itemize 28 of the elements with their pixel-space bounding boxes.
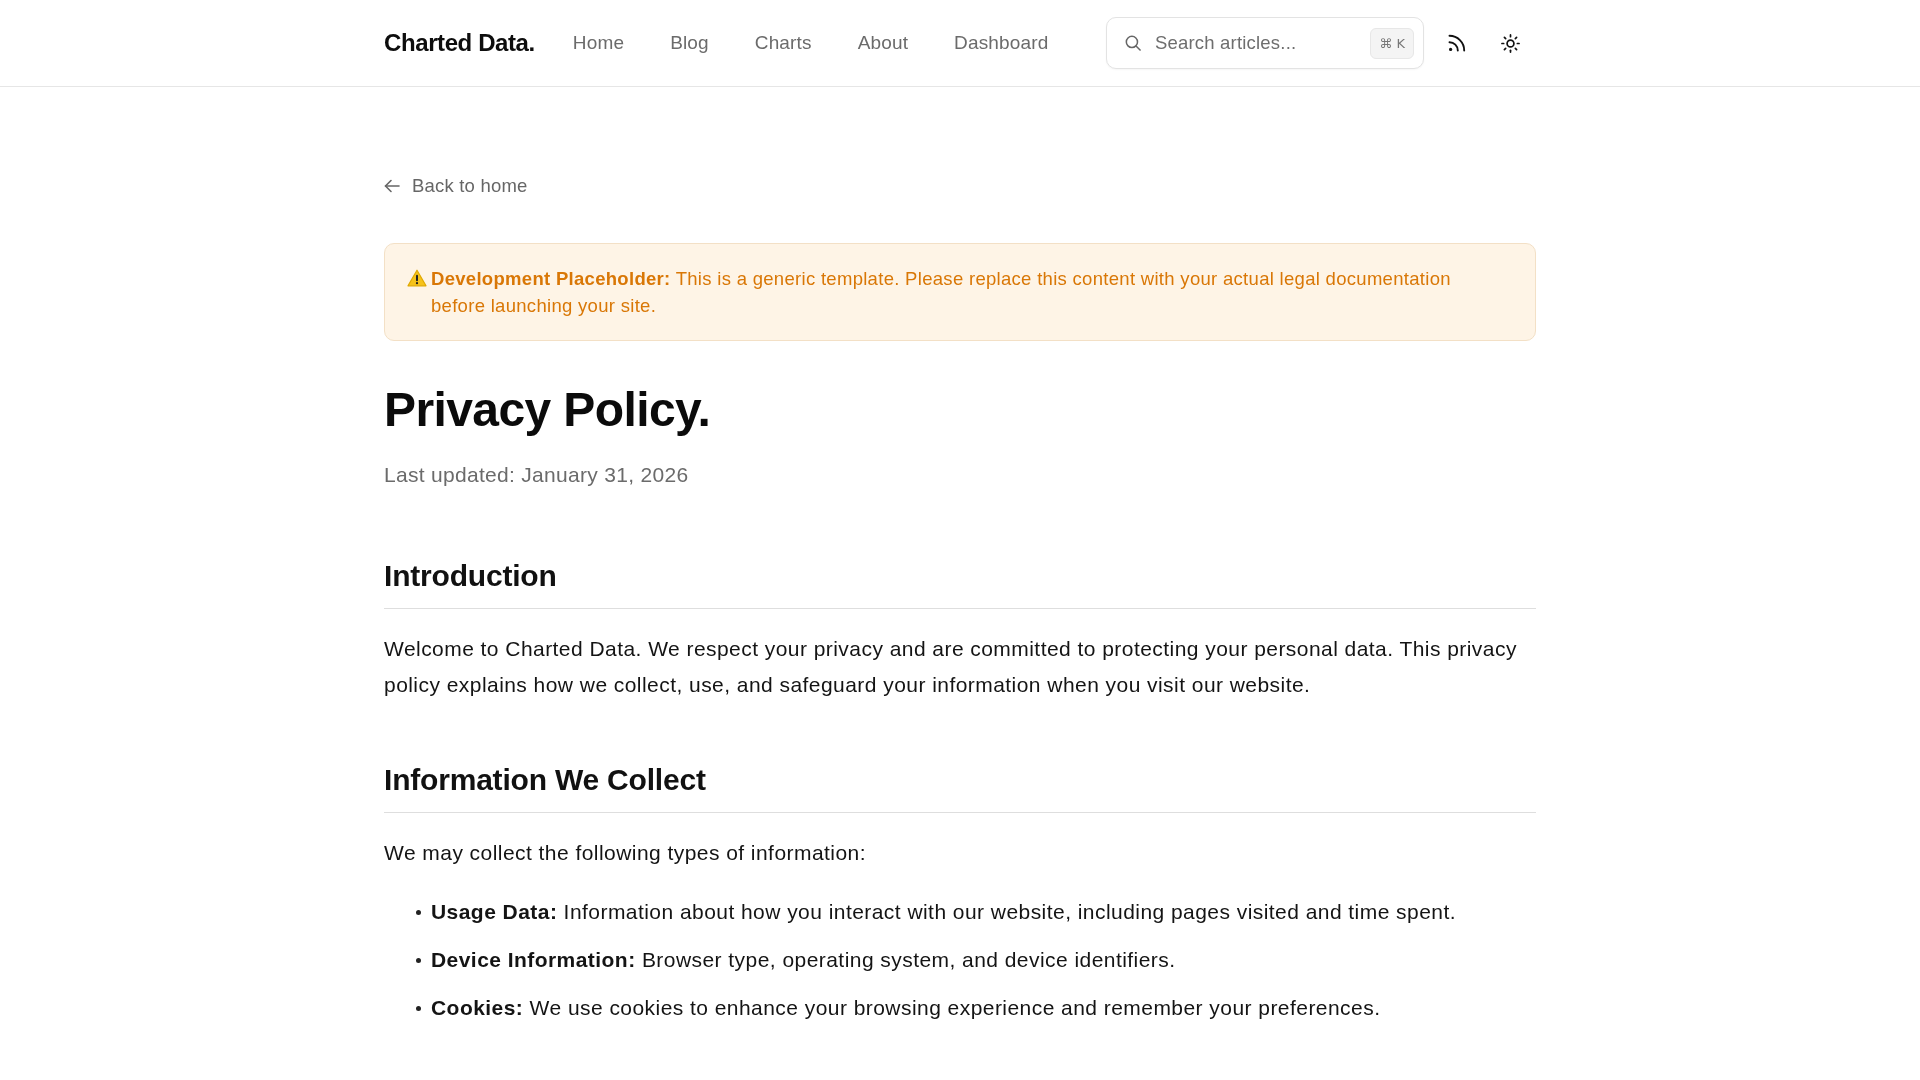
list-item-text: Cookies: We use cookies to enhance your browsing experience and remember your preferences.	[431, 994, 1381, 1021]
section-heading: Information We Collect	[384, 761, 1536, 813]
warning-icon	[407, 268, 427, 287]
bullet-icon	[416, 957, 421, 963]
list-item-text: Usage Data: Information about how you interact with our website, including pages visited and time spent.	[431, 898, 1456, 925]
sun-icon[interactable]	[1501, 33, 1520, 53]
list-item-text: Device Information: Browser type, operating system, and device identifiers.	[431, 946, 1176, 973]
arrow-left-icon	[384, 178, 400, 193]
warning-text: Development Placeholder: This is a generic template. Please replace this content with your actual legal documentation before launching your site.	[431, 266, 1452, 318]
section-paragraph: Welcome to Charted Data. We respect your privacy and are committed to protecting your personal data. This privacy policy explains how we collect, use, and safeguard your information when you visit our website.	[384, 635, 1518, 698]
section-heading: Introduction	[384, 557, 1536, 609]
search-icon	[1125, 34, 1141, 52]
section-paragraph: We may collect the following types of information:	[384, 839, 867, 866]
back-link[interactable]: Back to home	[384, 172, 528, 199]
nav-link[interactable]: Dashboard	[954, 28, 1049, 58]
bullet-icon	[416, 1005, 421, 1011]
nav-link[interactable]: Charts	[754, 28, 812, 58]
page-title: Privacy Policy.	[384, 381, 712, 438]
search-bar[interactable]: Search articles... ⌘ K	[1106, 17, 1424, 69]
rss-icon[interactable]	[1448, 34, 1466, 52]
nav-link[interactable]: About	[857, 28, 909, 58]
keyboard-shortcut: ⌘ K	[1370, 27, 1414, 59]
nav-link[interactable]: Blog	[670, 28, 709, 58]
site-logo[interactable]: Charted Data.	[384, 25, 535, 61]
nav-link[interactable]: Home	[572, 28, 625, 58]
bullet-icon	[416, 909, 421, 915]
last-updated-date: Last updated: January 31, 2026	[384, 461, 690, 488]
search-input[interactable]: Search articles...	[1154, 29, 1371, 57]
